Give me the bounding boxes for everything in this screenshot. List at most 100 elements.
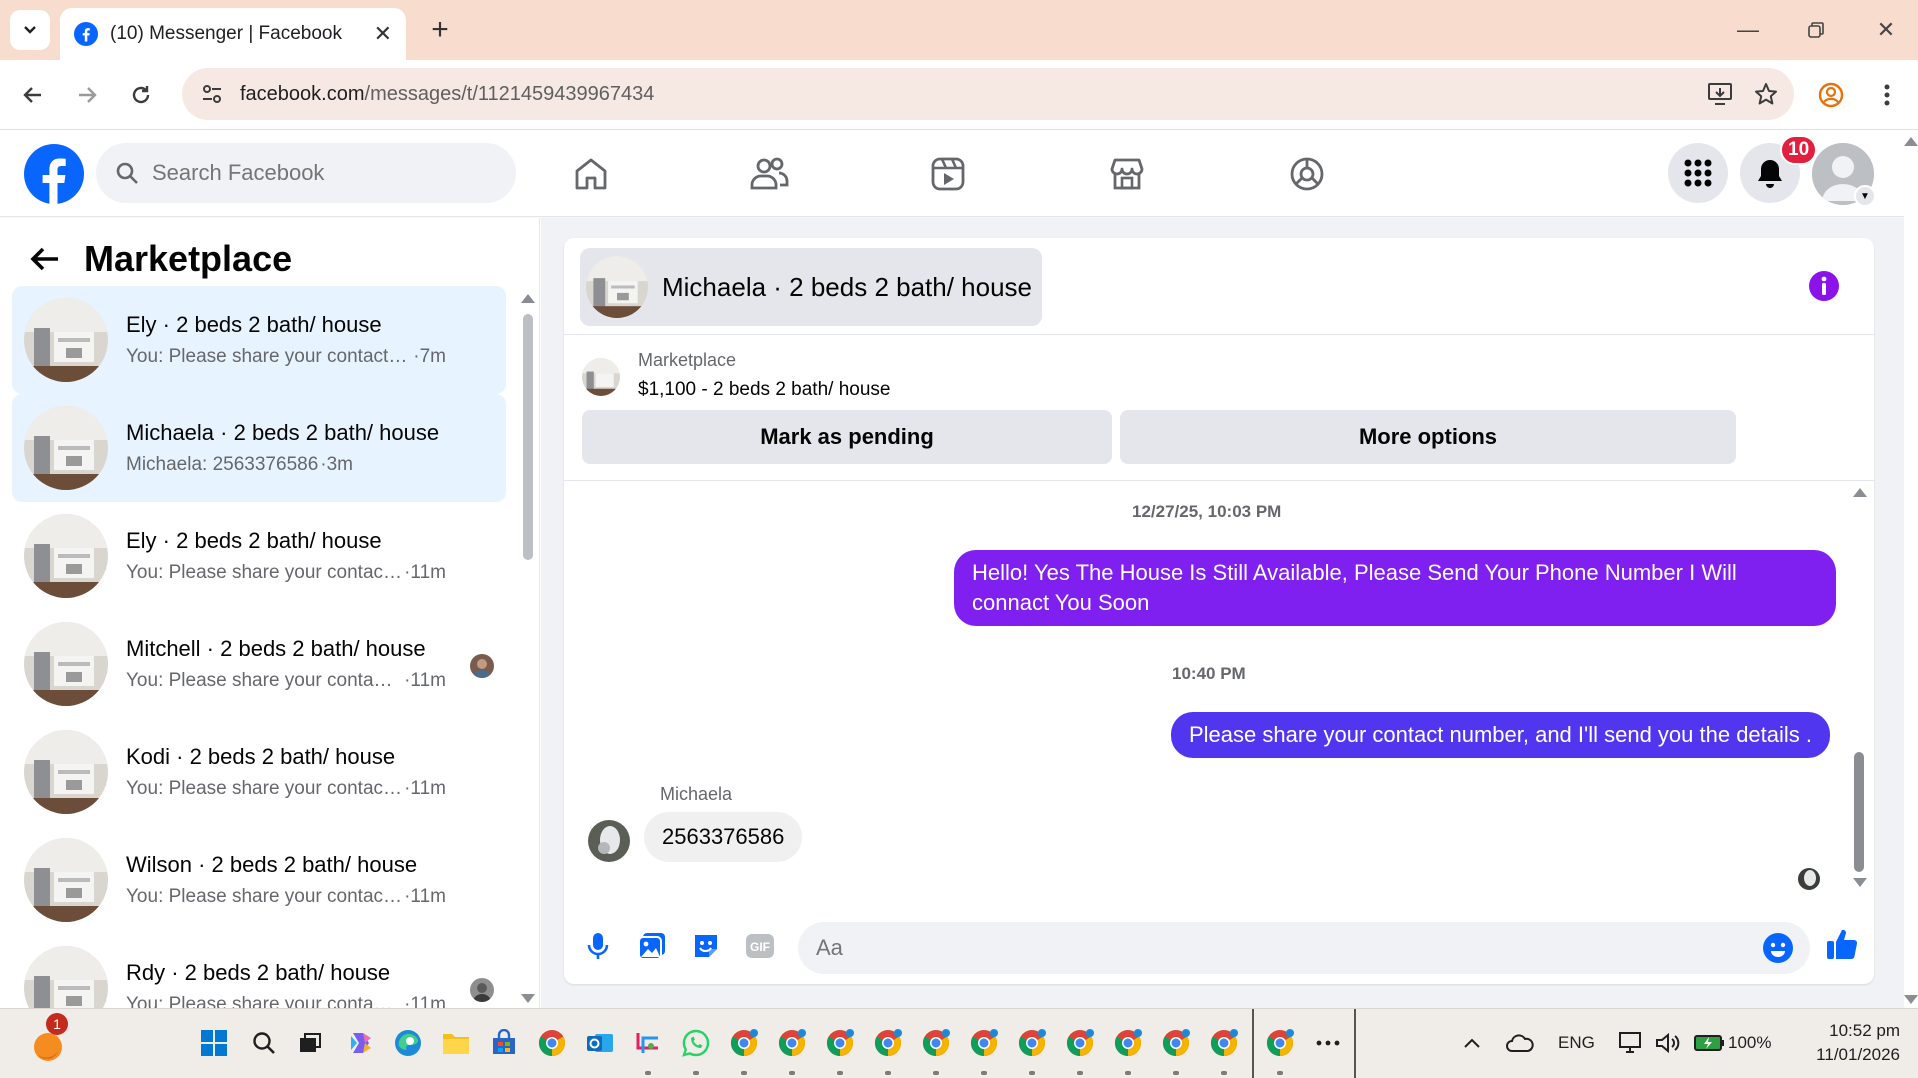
restore-icon[interactable] bbox=[1796, 14, 1836, 46]
profile-icon[interactable] bbox=[1814, 78, 1848, 112]
network-icon bbox=[1619, 1032, 1641, 1053]
menu-button[interactable] bbox=[1668, 143, 1728, 203]
page-scroll-down-icon[interactable] bbox=[1904, 995, 1918, 1004]
close-window-icon[interactable]: ✕ bbox=[1866, 14, 1906, 46]
chrome-profile-button[interactable] bbox=[772, 1023, 812, 1063]
task-view-button[interactable] bbox=[290, 1023, 330, 1063]
chrome-profile-button[interactable] bbox=[1260, 1023, 1300, 1063]
chrome-profile-button[interactable] bbox=[820, 1023, 860, 1063]
install-app-icon[interactable] bbox=[1702, 76, 1738, 112]
chrome-profile-button[interactable] bbox=[868, 1023, 908, 1063]
copilot-button[interactable] bbox=[340, 1023, 380, 1063]
conversation-item[interactable]: Wilson · 2 beds 2 bath/ house You: Pleas… bbox=[12, 826, 506, 934]
volume-button[interactable] bbox=[1648, 1023, 1688, 1063]
chrome-profile-button[interactable] bbox=[1060, 1023, 1100, 1063]
gif-button[interactable]: GIF bbox=[742, 928, 778, 964]
info-icon[interactable] bbox=[1808, 270, 1840, 302]
voice-clip-button[interactable] bbox=[580, 928, 616, 964]
chrome-profile-button[interactable] bbox=[724, 1023, 764, 1063]
conversation-item[interactable]: Rdy · 2 beds 2 bath/ house You: Please s… bbox=[12, 934, 506, 1008]
sticker-icon bbox=[695, 935, 717, 957]
chrome-icon bbox=[1210, 1029, 1238, 1057]
panel-scrollbar-thumb[interactable] bbox=[523, 314, 533, 560]
outgoing-message[interactable]: Hello! Yes The House Is Still Available,… bbox=[954, 550, 1836, 626]
chat-scroll-up-icon[interactable] bbox=[1853, 488, 1867, 497]
facebook-logo-icon[interactable] bbox=[24, 144, 84, 204]
clock-date[interactable]: 11/01/2026 bbox=[1798, 1045, 1900, 1065]
minimize-icon[interactable]: — bbox=[1728, 14, 1768, 46]
search-input[interactable] bbox=[152, 160, 452, 186]
show-hidden-icons-button[interactable] bbox=[1452, 1023, 1492, 1063]
message-input[interactable] bbox=[798, 922, 1810, 974]
chrome-profile-button[interactable] bbox=[1012, 1023, 1052, 1063]
address-bar[interactable]: facebook.com/messages/t/1121459439967434 bbox=[182, 68, 1794, 120]
chat-scroll-down-icon[interactable] bbox=[1853, 878, 1867, 887]
chrome-profile-button[interactable] bbox=[964, 1023, 1004, 1063]
nav-gaming[interactable] bbox=[1284, 151, 1330, 197]
outlook-button[interactable] bbox=[580, 1023, 620, 1063]
windows-icon bbox=[201, 1030, 227, 1056]
back-button[interactable] bbox=[16, 78, 50, 112]
language-indicator[interactable]: ENG bbox=[1558, 1033, 1595, 1053]
search-button[interactable] bbox=[244, 1023, 284, 1063]
panel-scroll-down-icon[interactable] bbox=[521, 994, 535, 1003]
page-scroll-up-icon[interactable] bbox=[1904, 137, 1918, 146]
mark-as-pending-button[interactable]: Mark as pending bbox=[582, 410, 1112, 464]
chrome-icon bbox=[1162, 1029, 1190, 1057]
start-button[interactable] bbox=[194, 1023, 234, 1063]
conversation-item[interactable]: Michaela · 2 beds 2 bath/ house Michaela… bbox=[12, 394, 506, 502]
sticker-button[interactable] bbox=[688, 928, 724, 964]
chrome-profile-button[interactable] bbox=[1204, 1023, 1244, 1063]
browser-menu-icon[interactable] bbox=[1870, 78, 1904, 112]
incoming-message[interactable]: 2563376586 bbox=[644, 812, 803, 862]
battery-button[interactable] bbox=[1690, 1023, 1730, 1063]
message-composer: GIF bbox=[564, 908, 1874, 984]
attach-photo-button[interactable] bbox=[634, 928, 670, 964]
more-apps-button[interactable] bbox=[1308, 1023, 1348, 1063]
store-button[interactable] bbox=[484, 1023, 524, 1063]
chrome-profile-button[interactable] bbox=[1156, 1023, 1196, 1063]
bookmark-star-icon[interactable] bbox=[1748, 76, 1784, 112]
back-arrow-icon[interactable] bbox=[28, 242, 62, 276]
page-scrollbar[interactable] bbox=[1904, 131, 1918, 1008]
facebook-search-box[interactable] bbox=[96, 143, 516, 203]
network-button[interactable] bbox=[1612, 1023, 1652, 1063]
chat-thumbnail bbox=[586, 256, 648, 318]
new-tab-button[interactable]: + bbox=[424, 13, 456, 46]
account-chevron-icon[interactable]: ▼ bbox=[1854, 185, 1876, 207]
conversation-name: Mitchell · 2 beds 2 bath/ house bbox=[126, 636, 426, 661]
chrome-profile-button[interactable] bbox=[1108, 1023, 1148, 1063]
file-explorer-button[interactable] bbox=[436, 1023, 476, 1063]
edge-button[interactable] bbox=[388, 1023, 428, 1063]
clock-time[interactable]: 10:52 pm bbox=[1820, 1021, 1900, 1041]
like-button[interactable] bbox=[1824, 926, 1860, 962]
site-settings-icon[interactable] bbox=[198, 80, 226, 108]
conversation-item[interactable]: Ely · 2 beds 2 bath/ house You: Please s… bbox=[12, 502, 506, 610]
snipping-tool-button[interactable] bbox=[628, 1023, 668, 1063]
whatsapp-button[interactable] bbox=[676, 1023, 716, 1063]
panel-scroll-up-icon[interactable] bbox=[521, 294, 535, 303]
conversation-item[interactable]: Kodi · 2 beds 2 bath/ house You: Please … bbox=[12, 718, 506, 826]
browser-tab-active[interactable]: (10) Messenger | Facebook ✕ bbox=[60, 8, 406, 60]
chrome-icon bbox=[826, 1029, 854, 1057]
emoji-icon[interactable] bbox=[1762, 932, 1794, 964]
nav-home[interactable] bbox=[568, 151, 614, 197]
tab-search-button[interactable] bbox=[10, 10, 50, 50]
forward-button[interactable] bbox=[70, 78, 104, 112]
tab-close-icon[interactable]: ✕ bbox=[374, 21, 392, 47]
chrome-button[interactable] bbox=[532, 1023, 572, 1063]
marketplace-listing[interactable]: Marketplace $1,100 - 2 beds 2 bath/ hous… bbox=[582, 350, 890, 401]
chat-header-button[interactable]: Michaela · 2 beds 2 bath/ house bbox=[580, 248, 1043, 326]
conversation-item[interactable]: Ely · 2 beds 2 bath/ house You: Please s… bbox=[12, 286, 506, 394]
reload-button[interactable] bbox=[124, 78, 158, 112]
onedrive-button[interactable] bbox=[1500, 1023, 1540, 1063]
conversation-item[interactable]: Mitchell · 2 beds 2 bath/ house You: Ple… bbox=[12, 610, 506, 718]
chat-scrollbar-thumb[interactable] bbox=[1854, 752, 1864, 872]
nav-marketplace[interactable] bbox=[1104, 151, 1150, 197]
nav-video[interactable] bbox=[925, 151, 971, 197]
nav-friends[interactable] bbox=[746, 151, 792, 197]
sender-avatar[interactable] bbox=[588, 820, 630, 862]
outgoing-message[interactable]: Please share your contact number, and I'… bbox=[1171, 712, 1831, 758]
chrome-profile-button[interactable] bbox=[916, 1023, 956, 1063]
more-options-button[interactable]: More options bbox=[1120, 410, 1736, 464]
